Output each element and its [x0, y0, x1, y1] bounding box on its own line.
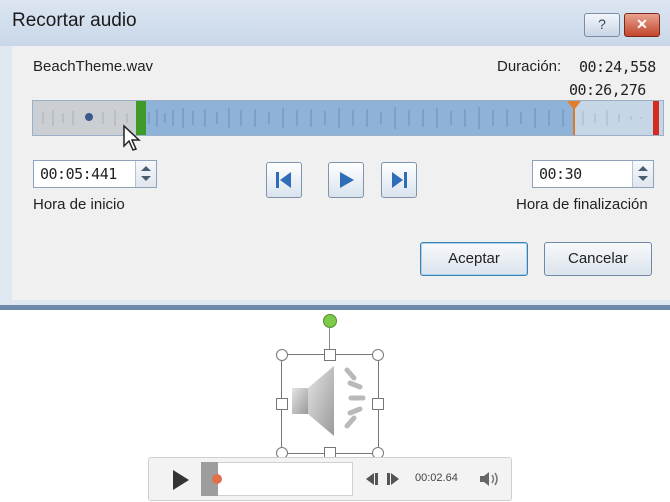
- play-icon: [340, 172, 354, 188]
- speaker-icon: [292, 366, 366, 436]
- start-time-spinner[interactable]: 00:05:441: [33, 160, 157, 188]
- position-marker-handle[interactable]: [567, 101, 581, 110]
- spin-up-icon: [141, 166, 151, 171]
- duration-value: 00:24,558: [579, 58, 656, 76]
- next-frame-icon: [392, 172, 407, 188]
- next-frame-button[interactable]: [381, 162, 417, 198]
- trim-audio-dialog: Recortar audio ? ✕ BeachTheme.wav Duraci…: [0, 0, 670, 310]
- dialog-titlebar: Recortar audio ? ✕: [0, 0, 670, 46]
- start-time-label: Hora de inicio: [33, 196, 125, 213]
- help-icon: ?: [598, 16, 606, 32]
- play-icon[interactable]: [171, 469, 191, 491]
- file-name: BeachTheme.wav: [33, 58, 154, 75]
- rotation-handle[interactable]: [323, 314, 337, 328]
- cancel-button[interactable]: Cancelar: [544, 242, 652, 276]
- volume-icon[interactable]: [479, 470, 501, 488]
- close-icon: ✕: [636, 16, 648, 32]
- audio-player-bar: 00:02.64: [148, 457, 512, 501]
- duration-label: Duración:: [497, 58, 562, 75]
- end-time-value: 00:30: [539, 165, 582, 183]
- previous-frame-icon: [276, 172, 291, 188]
- spin-down-icon: [141, 176, 151, 181]
- mouse-cursor-icon: [123, 124, 141, 151]
- dialog-title: Recortar audio: [12, 10, 137, 31]
- dialog-body: BeachTheme.wav Duración: 00:24,558 00:26…: [12, 46, 670, 300]
- end-time-spinner[interactable]: 00:30: [532, 160, 654, 188]
- ok-button[interactable]: Aceptar: [420, 242, 528, 276]
- start-time-value: 00:05:441: [40, 165, 117, 183]
- play-button[interactable]: [328, 162, 364, 198]
- current-position-readout: 00:26,276: [569, 81, 646, 99]
- next-frame-icon[interactable]: [385, 472, 401, 486]
- start-time-spin-buttons[interactable]: [135, 161, 156, 187]
- spin-up-icon: [638, 166, 648, 171]
- spin-down-icon: [638, 176, 648, 181]
- previous-frame-button[interactable]: [266, 162, 302, 198]
- help-button[interactable]: ?: [584, 13, 620, 37]
- playback-progress-knob[interactable]: [212, 474, 222, 484]
- end-trim-handle[interactable]: [653, 101, 659, 135]
- playback-progress-track[interactable]: [201, 462, 353, 496]
- end-time-label: Hora de finalización: [516, 196, 648, 213]
- playback-time: 00:02.64: [415, 472, 458, 484]
- end-time-spin-buttons[interactable]: [632, 161, 653, 187]
- waveform-playhead: [85, 113, 93, 121]
- previous-frame-icon[interactable]: [364, 472, 380, 486]
- close-button[interactable]: ✕: [624, 13, 660, 37]
- trim-audio-dialog-frame: Recortar audio ? ✕ BeachTheme.wav Duraci…: [0, 0, 670, 310]
